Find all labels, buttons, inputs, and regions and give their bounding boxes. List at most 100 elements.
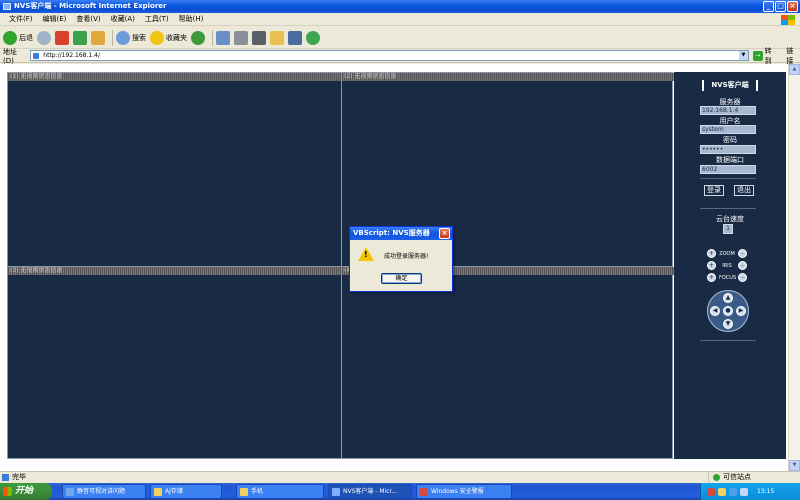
menu-edit[interactable]: 编辑(E) <box>38 14 72 24</box>
port-input[interactable]: 6002 <box>700 165 756 174</box>
menu-view[interactable]: 查看(V) <box>71 14 105 24</box>
scroll-down-icon[interactable]: ▼ <box>789 460 800 471</box>
start-label: 开始 <box>15 486 34 496</box>
print-button[interactable] <box>234 29 248 47</box>
iris-close-button[interactable]: - <box>738 261 747 270</box>
ptz-speed-input[interactable]: 1 <box>723 224 733 234</box>
system-tray: 13:15 <box>700 483 800 500</box>
print-icon <box>234 30 248 45</box>
search-label: 搜索 <box>132 33 146 42</box>
mail-button[interactable] <box>216 29 230 47</box>
address-input[interactable]: http://192.168.1.4/ ▼ <box>30 50 749 61</box>
back-button[interactable]: 后退 <box>3 29 33 47</box>
iris-row: + IRIS - <box>707 261 747 270</box>
logout-button[interactable]: 退出 <box>734 185 754 196</box>
messenger-button[interactable] <box>306 29 320 47</box>
menu-tools[interactable]: 工具(T) <box>140 14 174 24</box>
stop-icon <box>55 30 69 45</box>
focus-far-button[interactable]: - <box>738 273 747 282</box>
task-button-2[interactable]: AJ存储 <box>150 484 222 499</box>
close-button[interactable]: × <box>787 1 798 12</box>
task-5-label: Windows 安全警报 <box>431 488 484 495</box>
dialog-titlebar[interactable]: VBScript: NVS服务器 × <box>350 227 452 240</box>
maximize-button[interactable]: □ <box>775 1 786 12</box>
dialog-message: 成功登录服务器! <box>384 253 429 260</box>
warning-exclamation: ! <box>364 250 368 259</box>
video-channel-3[interactable] <box>8 275 341 460</box>
forward-button[interactable] <box>37 29 51 47</box>
menu-file[interactable]: 文件(F) <box>4 14 38 24</box>
search-button[interactable]: 搜索 <box>116 29 146 47</box>
video-channel-1[interactable] <box>8 81 341 266</box>
ptz-right-button[interactable]: ▶ <box>736 306 746 316</box>
login-button[interactable]: 登录 <box>704 185 724 196</box>
discuss-button[interactable] <box>270 29 284 47</box>
server-input[interactable]: 192.168.1.4 <box>700 106 756 115</box>
channel-2-header: (2) 无视频状态信息 <box>342 73 674 81</box>
refresh-button[interactable] <box>73 29 87 47</box>
network-icon[interactable] <box>729 487 737 496</box>
menu-help[interactable]: 帮助(H) <box>174 14 209 24</box>
mail-icon <box>216 30 230 45</box>
go-button[interactable]: → 转到 <box>752 46 778 66</box>
address-dropdown-icon[interactable]: ▼ <box>738 51 748 60</box>
go-arrow-icon: → <box>752 50 763 61</box>
video-grid: (1) 无视频状态信息 (2) 无视频状态信息 (3) 无视频状态信息 (4) <box>7 72 674 460</box>
trusted-zone-icon <box>713 474 720 481</box>
task-button-3[interactable]: 手机 <box>236 484 324 499</box>
address-url: http://192.168.1.4/ <box>43 52 100 59</box>
status-bar: 完毕 可信站点 <box>0 471 800 483</box>
window-title: NVS客户端 - Microsoft Internet Explorer <box>14 2 167 10</box>
folder-icon <box>270 30 284 45</box>
window-titlebar[interactable]: NVS客户端 - Microsoft Internet Explorer _ □… <box>0 0 800 13</box>
iris-open-button[interactable]: + <box>707 261 716 270</box>
back-label: 后退 <box>19 33 33 42</box>
iris-label: IRIS <box>722 262 732 269</box>
messenger-icon <box>306 30 320 45</box>
security-alert-icon[interactable] <box>707 487 715 496</box>
research-button[interactable] <box>288 29 302 47</box>
start-button[interactable]: 开始 <box>0 483 52 500</box>
home-icon <box>91 30 105 45</box>
address-label: 地址(D) <box>3 47 17 65</box>
tray-icon-2[interactable] <box>718 487 726 496</box>
focus-near-button[interactable]: + <box>707 273 716 282</box>
port-label: 数据端口 <box>716 156 744 164</box>
user-input[interactable]: system <box>700 125 756 134</box>
start-flag-icon <box>3 487 12 496</box>
favorites-button[interactable]: 收藏夹 <box>150 29 187 47</box>
focus-row: + FOCUS - <box>707 273 747 282</box>
history-button[interactable] <box>191 29 205 47</box>
task-4-label: NVS客户端 - Micr... <box>343 488 398 495</box>
ptz-direction-pad: ▲ ◀ ● ▶ ▼ <box>707 290 749 332</box>
ptz-up-button[interactable]: ▲ <box>723 293 733 303</box>
go-label: 转到 <box>764 46 772 65</box>
menu-favorites[interactable]: 收藏(A) <box>106 14 140 24</box>
scroll-up-icon[interactable]: ▲ <box>789 64 800 75</box>
ptz-center-button[interactable]: ● <box>723 306 733 316</box>
panel-title: NVS客户端 <box>702 80 758 91</box>
task-3-label: 手机 <box>251 488 264 495</box>
ptz-left-button[interactable]: ◀ <box>710 306 720 316</box>
task-button-1[interactable]: 静音可视对讲问题 <box>62 484 146 499</box>
volume-icon[interactable] <box>740 487 748 496</box>
links-button[interactable]: 链接 <box>786 46 800 66</box>
stop-button[interactable] <box>55 29 69 47</box>
address-bar: 地址(D) http://192.168.1.4/ ▼ → 转到 链接 <box>0 46 800 66</box>
task-button-5[interactable]: Windows 安全警报 <box>416 484 512 499</box>
ok-button[interactable]: 确定 <box>381 273 422 284</box>
edit-button[interactable] <box>252 29 266 47</box>
minimize-button[interactable]: _ <box>763 1 774 12</box>
task-button-4[interactable]: NVS客户端 - Micr... <box>328 484 412 499</box>
page-icon <box>33 53 40 59</box>
ptz-down-button[interactable]: ▼ <box>723 319 733 329</box>
zoom-in-button[interactable]: + <box>707 249 716 258</box>
password-input[interactable]: •••••• <box>700 145 756 154</box>
zoom-out-button[interactable]: - <box>738 249 747 258</box>
control-panel: NVS客户端 服务器 192.168.1.4 用户名 system 密码 •••… <box>674 72 786 459</box>
dialog-close-button[interactable]: × <box>439 228 450 239</box>
vertical-scrollbar[interactable]: ▲ ▼ <box>788 64 800 471</box>
video-channel-4[interactable] <box>342 275 674 460</box>
home-button[interactable] <box>91 29 105 47</box>
channel-3-header: (3) 无视频状态信息 <box>8 267 341 275</box>
